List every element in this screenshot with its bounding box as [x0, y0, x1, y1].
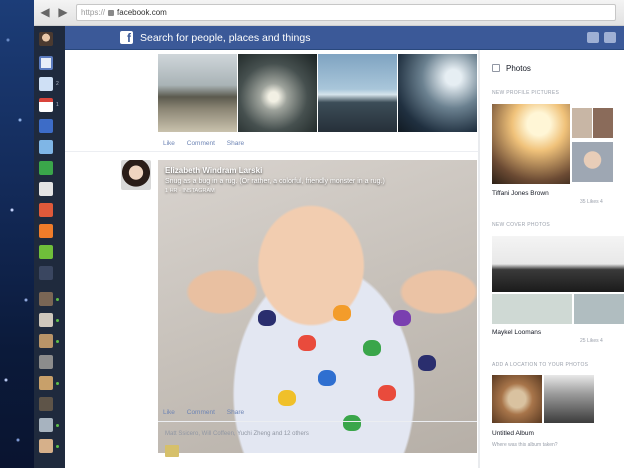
- comment-avatar[interactable]: [165, 445, 179, 457]
- cover-photos-heading: NEW COVER PHOTOS: [492, 222, 551, 228]
- profile-picture-thumb[interactable]: [572, 108, 592, 138]
- online-indicator-icon: [56, 319, 59, 322]
- profile-picture-thumb[interactable]: [572, 142, 613, 182]
- cover-photo-thumb[interactable]: [492, 294, 572, 324]
- houzz-icon[interactable]: [39, 245, 53, 259]
- online-indicator-icon: [56, 445, 59, 448]
- monster-pattern: [418, 355, 436, 371]
- post-author-avatar[interactable]: [121, 160, 151, 190]
- messages-count: 2: [56, 81, 59, 87]
- monster-pattern: [378, 385, 396, 401]
- soundcloud-icon[interactable]: [39, 224, 53, 238]
- profile-picture-thumb[interactable]: [593, 108, 613, 138]
- address-bar[interactable]: https:// facebook.com: [76, 4, 616, 21]
- monster-pattern: [363, 340, 381, 356]
- cover-photo-main[interactable]: [492, 236, 624, 292]
- post-caption: Snug as a bug in a rug. (Or rather, a co…: [165, 178, 385, 185]
- cover-person-name[interactable]: Maykel Loomans: [492, 329, 541, 336]
- monster-pattern: [393, 310, 411, 326]
- album-photo[interactable]: [398, 54, 477, 132]
- messages-icon[interactable]: [604, 32, 616, 43]
- monster-pattern: [333, 305, 351, 321]
- post-overlay: Elizabeth Windram Larski Snug as a bug i…: [165, 166, 465, 194]
- facebook-logo-icon[interactable]: f: [120, 31, 133, 45]
- photo-album-strip: [158, 54, 477, 132]
- more-apps-icon[interactable]: [39, 266, 53, 280]
- app-sidebar: 2 1: [34, 26, 65, 468]
- like-button[interactable]: Like: [163, 409, 175, 416]
- album-photo[interactable]: [492, 375, 542, 423]
- profile-likes[interactable]: 35 Likes 4: [580, 199, 603, 205]
- chat-friend-avatar[interactable]: [39, 292, 53, 306]
- like-button[interactable]: Like: [163, 140, 175, 147]
- monster-pattern: [278, 390, 296, 406]
- album-actions: Like Comment Share: [163, 140, 254, 147]
- album-photo[interactable]: [544, 375, 594, 423]
- profile-pictures-heading: NEW PROFILE PICTURES: [492, 90, 560, 96]
- search-input[interactable]: Search for people, places and things: [140, 31, 310, 45]
- chat-friend-avatar[interactable]: [39, 418, 53, 432]
- messages-app-icon[interactable]: [39, 77, 53, 91]
- chat-friend-avatar[interactable]: [39, 334, 53, 348]
- chat-friend-avatar[interactable]: [39, 376, 53, 390]
- profile-person-name[interactable]: Tiffani Jones Brown: [492, 190, 549, 197]
- cover-photo-thumb[interactable]: [574, 294, 624, 324]
- chat-friend-avatar[interactable]: [39, 313, 53, 327]
- back-arrow-icon[interactable]: ◀: [38, 5, 52, 19]
- likers-text[interactable]: Matt Ssicero, Will Coffeen, Yuchi Zheng …: [165, 431, 309, 437]
- news-feed: Like Comment Share Elizabeth Windram Lar…: [65, 50, 478, 468]
- location-heading: ADD A LOCATION TO YOUR PHOTOS: [492, 362, 589, 368]
- photos-sidebar: Photos NEW PROFILE PICTURES Tiffani Jone…: [480, 50, 624, 468]
- monster-pattern: [298, 335, 316, 351]
- forward-arrow-icon[interactable]: ▶: [56, 5, 70, 19]
- desktop-background: [0, 0, 34, 468]
- monster-pattern: [343, 415, 361, 431]
- chat-friend-avatar[interactable]: [39, 355, 53, 369]
- post-actions: Like Comment Share: [163, 409, 254, 416]
- album-photo[interactable]: [318, 54, 397, 132]
- online-indicator-icon: [56, 298, 59, 301]
- chat-friend-avatar[interactable]: [39, 439, 53, 453]
- cover-likes[interactable]: 25 Likes 4: [580, 338, 603, 344]
- album-photo[interactable]: [158, 54, 237, 132]
- news-feed-icon[interactable]: [39, 56, 53, 70]
- comment-button[interactable]: Comment: [187, 409, 215, 416]
- photos-icon: [492, 64, 500, 72]
- chat-friend-avatar[interactable]: [39, 397, 53, 411]
- facebook-header: f Search for people, places and things: [34, 26, 624, 50]
- online-indicator-icon: [56, 340, 59, 343]
- events-count: 1: [56, 102, 59, 108]
- lock-icon: [108, 9, 115, 16]
- online-indicator-icon: [56, 382, 59, 385]
- profile-avatar-icon[interactable]: [39, 32, 53, 46]
- friends-icon[interactable]: [39, 182, 53, 196]
- photos-title[interactable]: Photos: [506, 64, 531, 73]
- monster-pattern: [318, 370, 336, 386]
- album-photo[interactable]: [238, 54, 317, 132]
- post-divider: [158, 421, 477, 422]
- comment-button[interactable]: Comment: [187, 140, 215, 147]
- profile-picture-main[interactable]: [492, 104, 570, 184]
- share-button[interactable]: Share: [227, 409, 244, 416]
- online-indicator-icon: [56, 424, 59, 427]
- events-icon[interactable]: [39, 98, 53, 112]
- album-location-prompt[interactable]: Where was this album taken?: [492, 442, 558, 448]
- post-author-name[interactable]: Elizabeth Windram Larski: [165, 166, 465, 175]
- share-button[interactable]: Share: [227, 140, 244, 147]
- url-host: facebook.com: [117, 8, 167, 17]
- album-title[interactable]: Untitled Album: [492, 430, 534, 437]
- monster-pattern: [258, 310, 276, 326]
- search-icon[interactable]: [39, 161, 53, 175]
- browser-toolbar: ◀ ▶ https:// facebook.com: [34, 0, 624, 26]
- post-meta[interactable]: 1 HR · INSTAGRAM: [165, 188, 465, 194]
- groups-icon[interactable]: [39, 140, 53, 154]
- friend-requests-icon[interactable]: [587, 32, 599, 43]
- url-scheme: https://: [81, 8, 106, 17]
- pages-icon[interactable]: [39, 119, 53, 133]
- story-divider: [65, 151, 478, 152]
- games-icon[interactable]: [39, 203, 53, 217]
